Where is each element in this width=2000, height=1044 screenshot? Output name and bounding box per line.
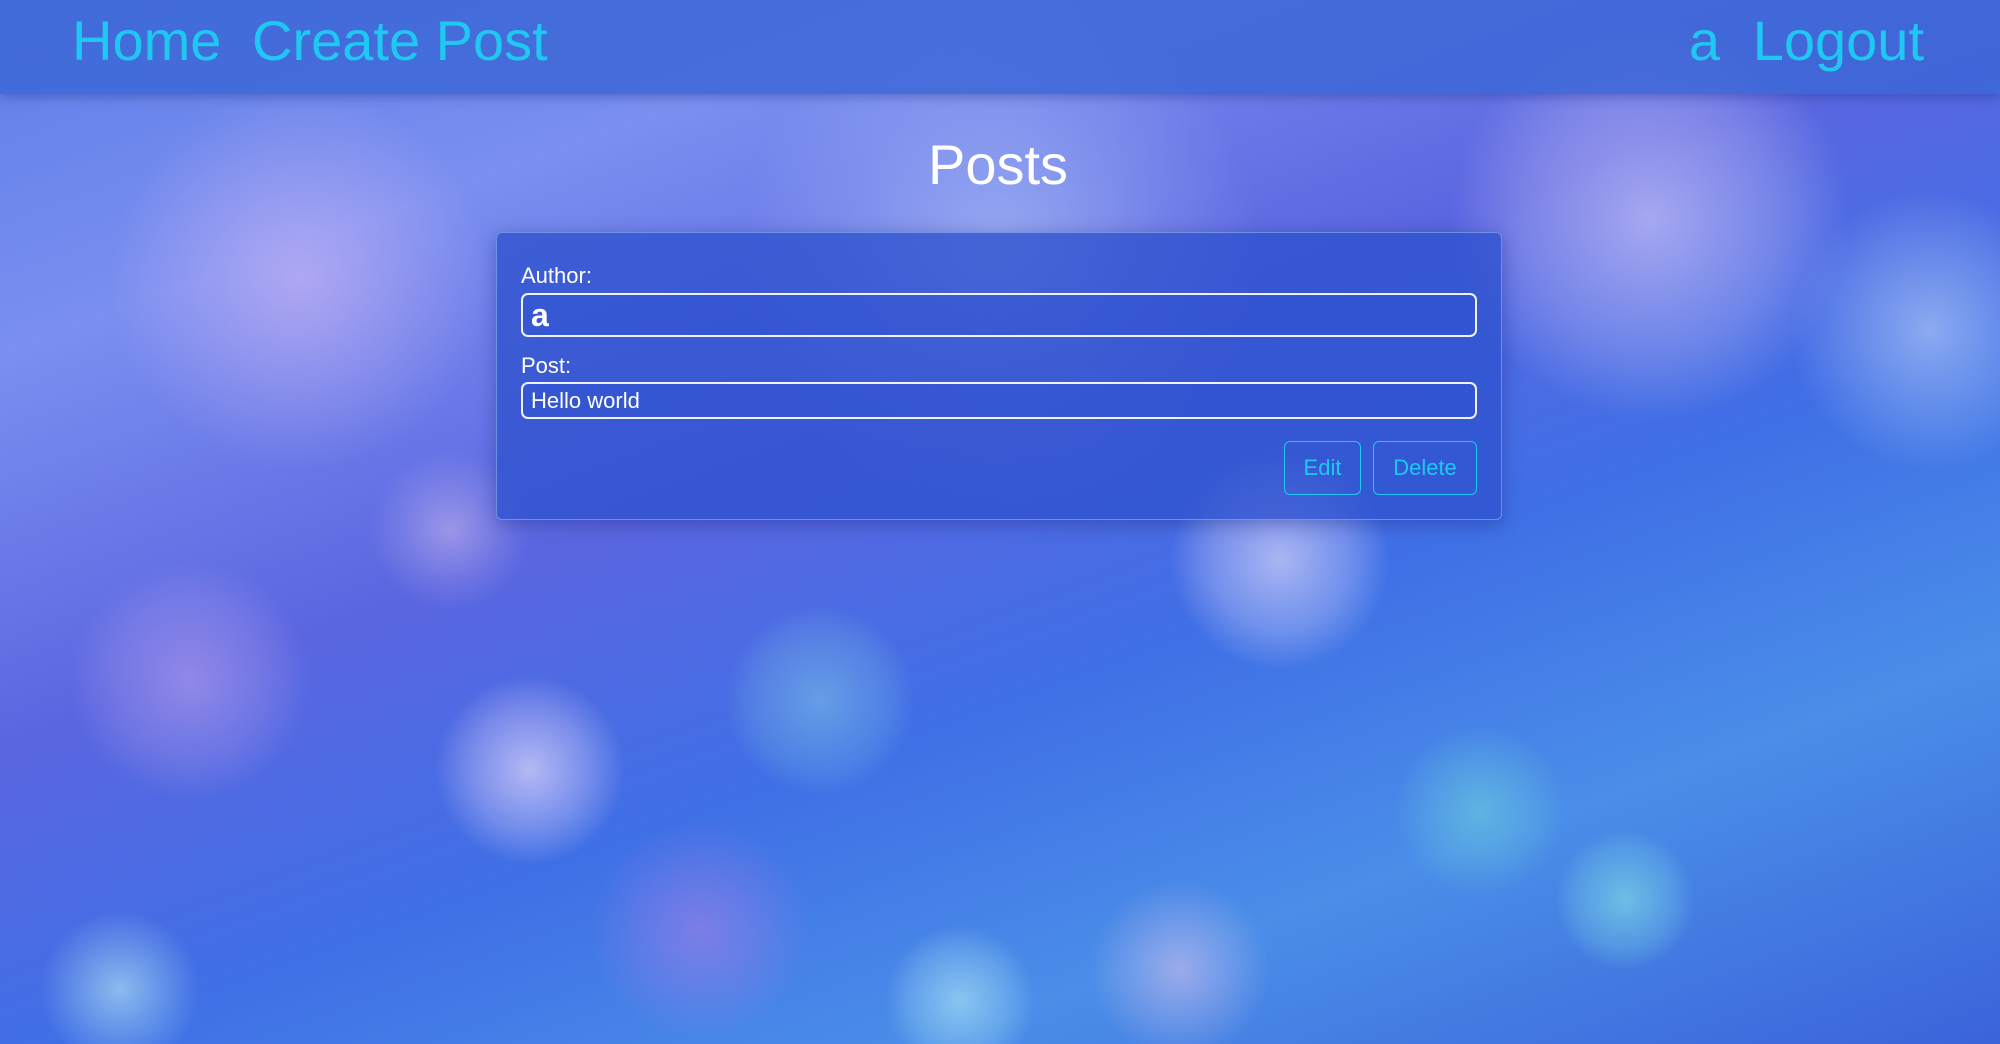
edit-button[interactable]: Edit: [1284, 441, 1361, 495]
delete-button[interactable]: Delete: [1373, 441, 1477, 495]
post-field[interactable]: [521, 382, 1477, 419]
top-navbar: Home Create Post a Logout: [0, 0, 2000, 94]
author-field[interactable]: [521, 293, 1477, 337]
post-label: Post:: [521, 353, 572, 378]
nav-username-link[interactable]: a: [1689, 8, 1720, 74]
author-label: Author:: [521, 263, 592, 288]
page-title: Posts: [927, 133, 1069, 196]
post-card: Author: Post: Edit Delete: [496, 232, 1502, 520]
nav-logout-link[interactable]: Logout: [1753, 8, 1924, 74]
nav-create-post-link[interactable]: Create Post: [252, 8, 548, 74]
nav-home-link[interactable]: Home: [72, 8, 221, 74]
